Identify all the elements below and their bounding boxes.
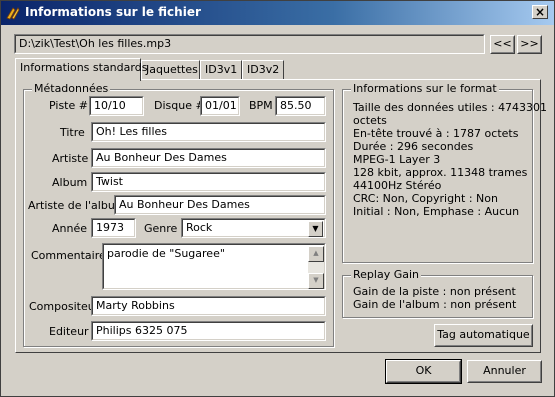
scroll-up-icon[interactable]: ▲ (308, 246, 324, 262)
ok-button[interactable]: OK (385, 359, 462, 384)
comments-textarea[interactable]: parodie de "Sugaree" ▲ ▼ (102, 243, 326, 290)
format-info-legend: Informations sur le format (351, 82, 499, 95)
comments-text: parodie de "Sugaree" (107, 247, 225, 260)
comments-scrollbar[interactable]: ▲ ▼ (308, 246, 324, 289)
publisher-label: Editeur (49, 325, 89, 338)
year-label: Année (52, 222, 88, 235)
metadata-legend: Métadonnées (32, 82, 111, 95)
format-info-line: Taille des données utiles : 4743301 (353, 101, 548, 114)
format-info-line: MPEG-1 Layer 3 (353, 153, 441, 166)
replay-gain-line: Gain de la piste : non présent (353, 285, 516, 298)
tab-id3v1[interactable]: ID3v1 (200, 60, 242, 80)
track-label: Piste # (49, 99, 88, 112)
close-button[interactable]: × (532, 5, 548, 19)
file-info-dialog: Informations sur le fichier × D:\zik\Tes… (0, 0, 555, 397)
replay-gain-group: Replay Gain Gain de la piste : non prése… (342, 268, 533, 318)
genre-selected-value: Rock (186, 221, 213, 234)
album-artist-input[interactable]: Au Bonheur Des Dames (114, 195, 326, 215)
genre-label: Genre (144, 222, 178, 235)
publisher-input[interactable]: Philips 6325 075 (91, 321, 326, 341)
composer-input[interactable]: Marty Robbins (91, 296, 326, 316)
title-input[interactable]: Oh! Les filles (91, 122, 326, 142)
previous-file-button[interactable]: << (490, 35, 515, 54)
bpm-label: BPM (249, 99, 273, 112)
format-info-group: Informations sur le format Taille des do… (342, 82, 547, 263)
track-input[interactable]: 10/10 (89, 96, 144, 116)
artist-input[interactable]: Au Bonheur Des Dames (91, 148, 326, 168)
scroll-down-icon[interactable]: ▼ (308, 273, 324, 289)
tab-id3v2[interactable]: ID3v2 (242, 60, 284, 80)
album-label: Album (52, 176, 88, 189)
album-artist-label: Artiste de l'album (28, 199, 126, 212)
next-file-button[interactable]: >> (517, 35, 542, 54)
format-info-line: Durée : 296 secondes (353, 140, 474, 153)
auto-tag-button[interactable]: Tag automatique (434, 324, 533, 347)
file-path-field[interactable]: D:\zik\Test\Oh les filles.mp3 (14, 34, 485, 54)
format-info-line: 128 kbit, approx. 11348 trames (353, 166, 528, 179)
disc-label: Disque # (154, 99, 205, 112)
window-title: Informations sur le fichier (25, 5, 201, 19)
format-info-line: octets (353, 114, 387, 127)
tab-standard-info[interactable]: Informations standards (15, 58, 147, 81)
replay-gain-legend: Replay Gain (351, 268, 421, 281)
cancel-button[interactable]: Annuler (467, 360, 542, 383)
composer-label: Compositeur (29, 300, 100, 313)
format-info-line: Initial : Non, Emphase : Aucun (353, 205, 520, 218)
title-bar[interactable]: Informations sur le fichier × (1, 1, 554, 25)
bpm-input[interactable]: 85.50 (275, 96, 326, 116)
app-icon (6, 7, 20, 20)
artist-label: Artiste (52, 152, 89, 165)
format-info-line: 44100Hz Stéréo (353, 179, 442, 192)
year-input[interactable]: 1973 (91, 218, 136, 238)
chevron-down-icon[interactable]: ▼ (308, 221, 323, 237)
format-info-line: En-tête trouvé à : 1787 octets (353, 127, 519, 140)
replay-gain-line: Gain de l'album : non présent (353, 298, 517, 311)
tab-covers[interactable]: Jaquettes (141, 60, 200, 80)
genre-select[interactable]: Rock ▼ (181, 218, 326, 238)
title-label: Titre (60, 126, 85, 139)
disc-input[interactable]: 01/01 (200, 96, 240, 116)
album-input[interactable]: Twist (91, 172, 326, 192)
format-info-line: CRC: Non, Copyright : Non (353, 192, 498, 205)
comments-label: Commentaires (31, 249, 112, 262)
